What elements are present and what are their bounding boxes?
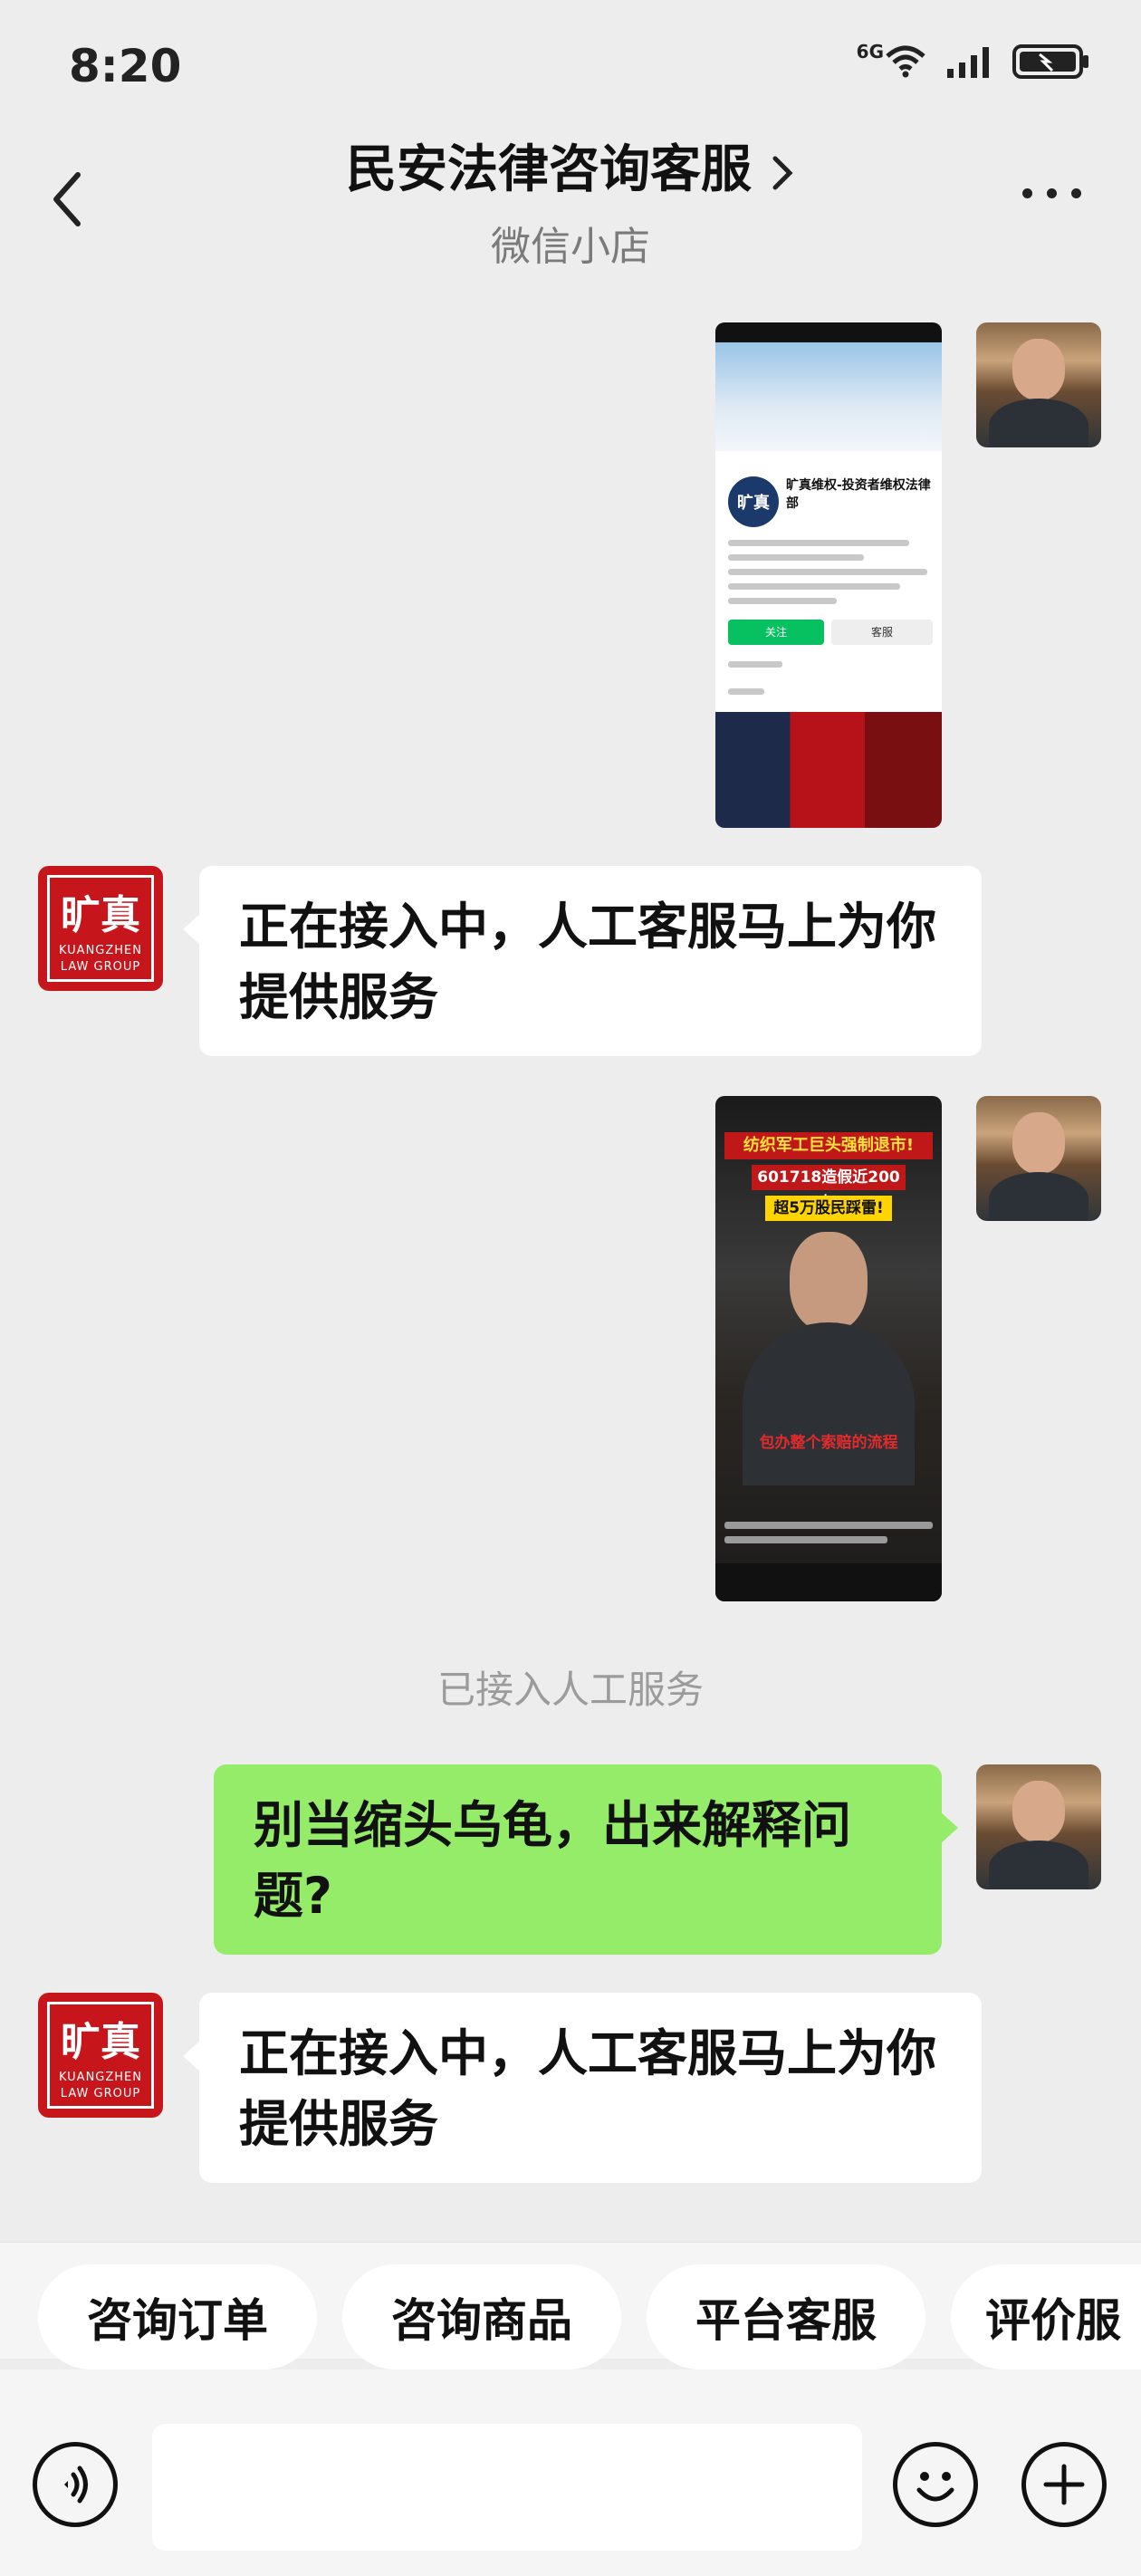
- follow-button: 关注: [728, 620, 824, 645]
- message-bubble-sent[interactable]: 别当缩头乌龟，出来解释问题?: [214, 1764, 958, 1955]
- shared-video-screenshot[interactable]: 纺织军工巨头强制退市! 601718造假近200亿 超5万股民踩雷! 包办整个索…: [715, 1096, 942, 1601]
- chip-consult-order[interactable]: 咨询订单: [38, 2264, 317, 2369]
- signal-icon: [947, 47, 989, 78]
- network-label: 6G: [856, 41, 884, 62]
- chip-review-service[interactable]: 评价服: [951, 2264, 1141, 2369]
- chip-platform-service[interactable]: 平台客服: [647, 2264, 925, 2369]
- chat-title-text: 民安法律咨询客服: [346, 140, 752, 199]
- system-notice: 已接入人工服务: [436, 1668, 704, 1712]
- brand-avatar-en1: KUANGZHEN: [58, 944, 142, 957]
- service-button: 客服: [831, 620, 933, 645]
- chat-subtitle: 微信小店: [491, 224, 650, 270]
- brand-avatar-en1: KUANGZHEN: [58, 2071, 142, 2084]
- brand-avatar-cn: 旷真: [61, 2019, 140, 2065]
- chevron-right-icon: [772, 156, 793, 190]
- account-logo: 旷真: [728, 476, 779, 527]
- status-icons: 6G: [856, 41, 1090, 80]
- brand-avatar-en2: LAW GROUP: [60, 960, 141, 974]
- video-subhead: 601718造假近200亿: [752, 1165, 906, 1212]
- plus-icon[interactable]: [1021, 2442, 1107, 2527]
- video-headline: 纺织军工巨头强制退市!: [724, 1132, 933, 1159]
- battery-icon: [1012, 44, 1088, 79]
- video-highlight: 超5万股民踩雷!: [765, 1196, 892, 1221]
- status-time: 8:20: [69, 40, 182, 92]
- account-name: 旷真维权-投资者维权法律部: [786, 478, 931, 511]
- service-avatar[interactable]: 旷真 KUANGZHEN LAW GROUP: [38, 866, 163, 991]
- video-caption: 包办整个索赔的流程: [759, 1434, 898, 1452]
- brand-avatar-en2: LAW GROUP: [60, 2087, 141, 2100]
- user-avatar[interactable]: [976, 1096, 1101, 1221]
- shared-screenshot-image[interactable]: 旷真 旷真维权-投资者维权法律部 关注 客服: [715, 322, 942, 828]
- chip-consult-product[interactable]: 咨询商品: [342, 2264, 621, 2369]
- message-bubble-received[interactable]: 正在接入中，人工客服马上为你提供服务: [183, 866, 982, 1056]
- message-input[interactable]: [152, 2424, 862, 2551]
- voice-input-icon[interactable]: [33, 2442, 118, 2527]
- message-bubble-received[interactable]: 正在接入中，人工客服马上为你提供服务: [183, 1993, 982, 2183]
- emoji-icon[interactable]: [893, 2442, 978, 2527]
- service-avatar[interactable]: 旷真 KUANGZHEN LAW GROUP: [38, 1993, 163, 2118]
- chat-title[interactable]: 民安法律咨询客服: [0, 129, 1141, 202]
- brand-avatar-cn: 旷真: [61, 892, 140, 938]
- user-avatar[interactable]: [976, 1764, 1101, 1889]
- user-avatar[interactable]: [976, 322, 1101, 447]
- wifi-icon: [886, 45, 925, 78]
- more-options-icon[interactable]: [1022, 188, 1081, 198]
